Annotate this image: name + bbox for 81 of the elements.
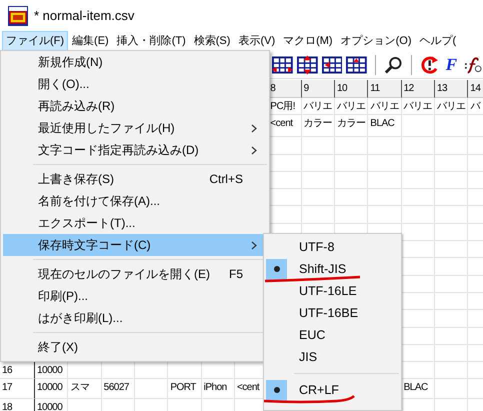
table-cell xyxy=(402,154,435,172)
menu-item[interactable]: 挿入・削除(T) xyxy=(112,31,190,51)
font-button[interactable]: F xyxy=(442,55,460,75)
row-number: 16 xyxy=(1,364,12,378)
app-icon xyxy=(8,6,28,26)
table-cell-text: スマ xyxy=(69,381,90,396)
table-cell xyxy=(402,172,435,190)
menu-item[interactable]: EUC xyxy=(266,324,399,346)
menu-item[interactable]: 現在のセルのファイルを開く(E) F5 xyxy=(3,263,267,285)
table-icon[interactable] xyxy=(272,55,293,75)
table-cell-text: バ xyxy=(469,100,480,114)
menu-item[interactable]: 最近使用したファイル(H) xyxy=(3,117,267,139)
table-cell-text: 10000 xyxy=(36,364,62,378)
menu-item[interactable]: マクロ(M) xyxy=(279,31,337,51)
table-icon[interactable] xyxy=(322,55,342,75)
menu-item[interactable]: UTF-16BE xyxy=(266,302,399,324)
menu-item[interactable]: 名前を付けて保存(A)... xyxy=(3,190,267,212)
table-cell-text: 10000 xyxy=(36,401,62,411)
column-header[interactable]: 12 xyxy=(402,81,414,97)
table-cell-text: バリエ xyxy=(436,100,466,114)
table-cell-text: BLAC xyxy=(369,117,394,132)
menu-item[interactable]: 印刷(P)... xyxy=(3,285,267,307)
table-cell-text: <cent xyxy=(269,117,293,132)
menu-item[interactable]: 開く(O)... xyxy=(3,73,267,95)
column-header[interactable]: 8 xyxy=(268,81,276,97)
table-cell xyxy=(334,172,368,190)
search-icon[interactable] xyxy=(384,55,403,75)
table-icon[interactable] xyxy=(296,55,318,75)
table-cell xyxy=(402,206,435,224)
menu-item[interactable]: Shift-JIS xyxy=(266,258,399,280)
table-cell xyxy=(334,154,368,172)
table-cell-text: PORT xyxy=(169,381,196,396)
table-cell xyxy=(368,154,402,172)
column-header[interactable]: 14 xyxy=(468,81,480,97)
table-cell-text: PC用! xyxy=(269,100,295,114)
table-cell-text: iPhon xyxy=(202,381,227,396)
table-cell xyxy=(368,172,402,190)
column-header[interactable]: 13 xyxy=(434,81,448,97)
menu-item[interactable]: 表示(V) xyxy=(234,31,280,51)
table-cell xyxy=(368,189,402,206)
menu-item[interactable]: 再読み込み(R) xyxy=(3,95,267,117)
table-icon[interactable] xyxy=(346,55,368,75)
refresh-icon[interactable] xyxy=(420,55,439,75)
menu-item[interactable]: 文字コード指定再読み込み(D) xyxy=(3,139,267,161)
menu-item[interactable]: UTF-8 xyxy=(266,236,399,258)
table-cell xyxy=(302,189,335,206)
column-header[interactable]: 9 xyxy=(302,81,309,97)
table-cell-text: バリエ xyxy=(369,100,399,114)
table-cell xyxy=(402,137,435,155)
menu-item[interactable]: エクスポート(T)... xyxy=(3,212,267,234)
table-cell xyxy=(334,189,368,206)
table-cell-text: バリエ xyxy=(302,100,332,114)
table-cell xyxy=(302,172,335,190)
table-cell-text: カラー xyxy=(302,117,332,132)
menu-item[interactable]: 新規作成(N) xyxy=(3,51,267,73)
table-cell-text: 10000 xyxy=(36,381,62,396)
menu-item[interactable]: 終了(X) xyxy=(3,336,267,358)
menu-item[interactable]: UTF-16LE xyxy=(266,280,399,302)
menu-item[interactable]: CR+LF xyxy=(266,379,399,401)
menu-item[interactable]: ファイル(F) xyxy=(2,31,68,51)
column-header[interactable]: 11 xyxy=(368,81,380,97)
menu-item[interactable]: 上書き保存(S) Ctrl+S xyxy=(3,168,267,190)
table-cell-text: バリエ xyxy=(402,100,432,114)
table-cell-text: カラー xyxy=(336,117,366,132)
table-cell-text: BLAC xyxy=(402,381,428,396)
menu-item[interactable]: はがき印刷(L)... xyxy=(3,307,267,329)
table-cell xyxy=(402,189,435,206)
table-cell-text: <cent xyxy=(236,381,260,396)
window-title: * normal-item.csv xyxy=(34,8,134,23)
row-number: 18 xyxy=(1,401,12,411)
row-number: 17 xyxy=(1,381,12,396)
menu-item[interactable]: ヘルプ( xyxy=(416,31,460,51)
table-cell-text: 56027 xyxy=(102,381,129,396)
column-header[interactable]: 10 xyxy=(334,81,348,97)
table-cell xyxy=(302,154,335,172)
table-cell-text: バリエ xyxy=(336,100,366,114)
menu-item[interactable]: JIS xyxy=(266,346,399,368)
menu-item[interactable]: 編集(E) xyxy=(68,31,113,51)
menu-item[interactable]: 検索(S) xyxy=(190,31,234,51)
menu-item[interactable]: オプション(O) xyxy=(336,31,416,51)
function-icon[interactable] xyxy=(464,55,483,75)
